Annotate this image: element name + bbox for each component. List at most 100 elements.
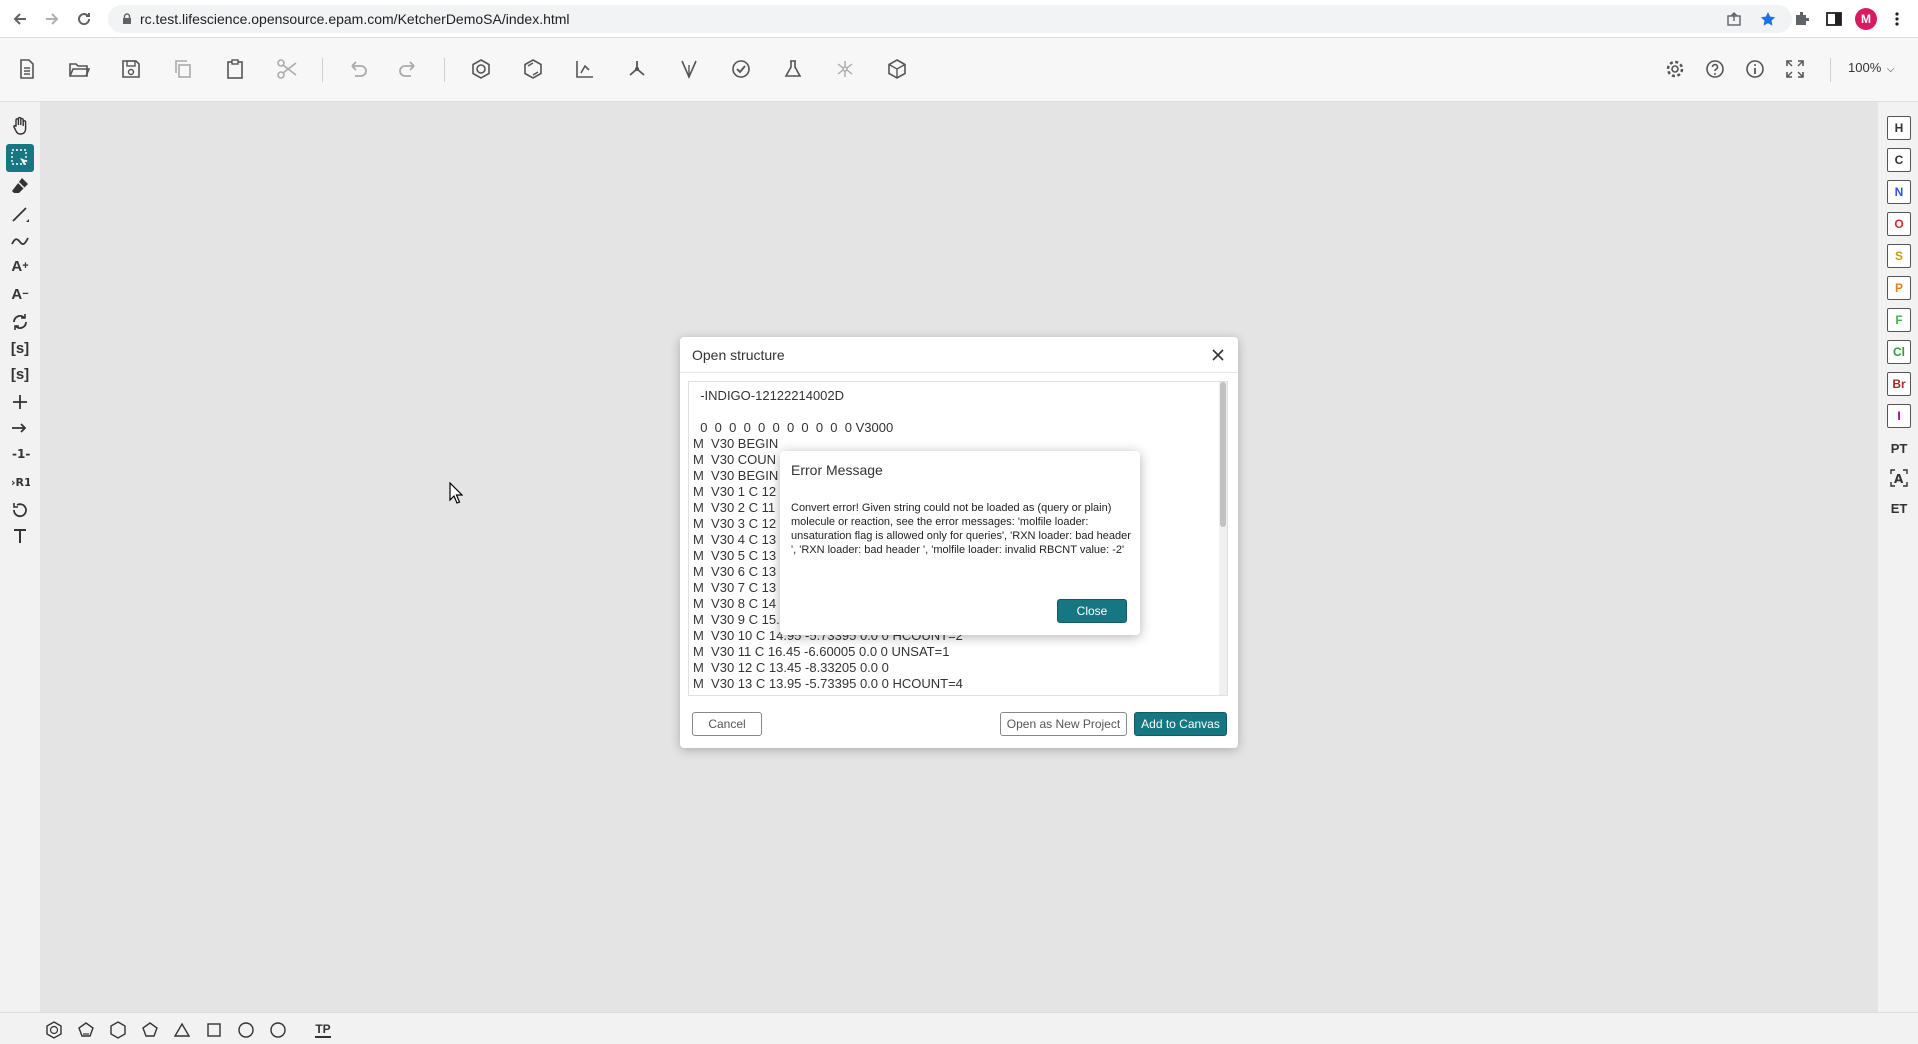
close-icon[interactable] bbox=[1206, 343, 1230, 367]
benzene-template-icon[interactable] bbox=[43, 1019, 65, 1041]
extensions-icon[interactable] bbox=[1790, 7, 1814, 31]
bookmark-star-icon[interactable] bbox=[1760, 11, 1776, 27]
address-bar[interactable]: rc.test.lifescience.opensource.epam.com/… bbox=[108, 5, 1792, 33]
extended-table-button[interactable]: ET bbox=[1886, 496, 1912, 520]
eraser-icon[interactable] bbox=[6, 172, 34, 200]
cyclopropane-template-icon[interactable] bbox=[171, 1019, 193, 1041]
dearomatize-icon[interactable] bbox=[516, 52, 550, 86]
about-info-icon[interactable] bbox=[1738, 52, 1772, 86]
molfile-line: M V30 BEGIN bbox=[693, 436, 779, 451]
r-group-icon[interactable]: ›R1 bbox=[6, 468, 34, 496]
help-icon[interactable] bbox=[1698, 52, 1732, 86]
any-atom-icon[interactable]: A bbox=[1886, 466, 1912, 490]
add-to-canvas-button[interactable]: Add to Canvas bbox=[1134, 712, 1227, 736]
clean-up-icon[interactable] bbox=[620, 52, 654, 86]
paste-icon[interactable] bbox=[218, 52, 252, 86]
open-as-new-project-button[interactable]: Open as New Project bbox=[1000, 712, 1127, 736]
periodic-table-button[interactable]: PT bbox=[1886, 436, 1912, 460]
element-f-button[interactable]: F bbox=[1887, 308, 1911, 332]
element-p-button[interactable]: P bbox=[1887, 276, 1911, 300]
molfile-line: -INDIGO-12122214002D bbox=[693, 388, 845, 403]
molfile-line bbox=[693, 404, 963, 420]
main-toolbar: 100% ⌵ bbox=[0, 38, 1918, 102]
more-menu-icon[interactable] bbox=[1885, 7, 1909, 31]
error-message-text: Convert error! Given string could not be… bbox=[791, 502, 1131, 556]
cancel-button[interactable]: Cancel bbox=[692, 712, 762, 736]
chevron-down-icon: ⌵ bbox=[1886, 64, 1895, 75]
undo-icon[interactable] bbox=[340, 52, 374, 86]
select-tool-icon[interactable] bbox=[6, 144, 34, 172]
left-toolbar: A + A − [s] [s] -1- ›R1 bbox=[0, 102, 40, 1012]
rotate-icon[interactable] bbox=[6, 308, 34, 336]
hand-tool-icon[interactable] bbox=[6, 112, 34, 140]
lock-icon bbox=[123, 13, 131, 24]
copy-icon[interactable] bbox=[166, 52, 200, 86]
molfile-line: 0 0 0 0 0 0 0 0 0 0 0 V3000 bbox=[693, 420, 894, 435]
cyclooctane-template-icon[interactable] bbox=[267, 1019, 289, 1041]
reaction-mapping-icon[interactable]: -1- bbox=[6, 440, 34, 468]
template-library-button[interactable]: TP bbox=[310, 1019, 336, 1041]
reaction-arrow-icon[interactable] bbox=[6, 414, 34, 442]
3d-viewer-icon[interactable] bbox=[880, 52, 914, 86]
close-button[interactable]: Close bbox=[1057, 599, 1127, 623]
zoom-value: 100% bbox=[1848, 60, 1882, 75]
text-tool-icon[interactable] bbox=[6, 522, 34, 550]
plus-icon[interactable] bbox=[6, 388, 34, 416]
mouse-pointer-icon bbox=[449, 482, 463, 504]
element-o-button[interactable]: O bbox=[1887, 212, 1911, 236]
back-icon[interactable] bbox=[8, 7, 32, 31]
atom-toolbar: H C N O S P F Cl Br I PT A ET bbox=[1878, 102, 1918, 1012]
side-panel-icon[interactable] bbox=[1822, 7, 1846, 31]
element-s-button[interactable]: S bbox=[1887, 244, 1911, 268]
calculated-values-icon[interactable] bbox=[776, 52, 810, 86]
element-h-button[interactable]: H bbox=[1887, 116, 1911, 140]
dialog-title: Open structure bbox=[692, 347, 785, 363]
new-file-icon[interactable] bbox=[10, 52, 44, 86]
fullscreen-icon[interactable] bbox=[1778, 52, 1812, 86]
svg-text:›R1: ›R1 bbox=[11, 476, 30, 489]
element-c-button[interactable]: C bbox=[1887, 148, 1911, 172]
element-n-button[interactable]: N bbox=[1887, 180, 1911, 204]
cyclopentadiene-template-icon[interactable] bbox=[75, 1019, 97, 1041]
check-structure-icon[interactable] bbox=[724, 52, 758, 86]
reload-icon[interactable] bbox=[72, 7, 96, 31]
url-text: rc.test.lifescience.opensource.epam.com/… bbox=[140, 11, 570, 27]
template-toolbar: TP bbox=[0, 1012, 1918, 1044]
dialog-header: Open structure bbox=[680, 337, 1238, 373]
svg-text:-1-: -1- bbox=[12, 447, 30, 461]
layout-icon[interactable] bbox=[568, 52, 602, 86]
open-folder-icon[interactable] bbox=[62, 52, 96, 86]
molfile-line: M V30 11 C 16.45 -6.60005 0.0 0 UNSAT=1 bbox=[693, 644, 950, 659]
cyclohexane-template-icon[interactable] bbox=[107, 1019, 129, 1041]
element-i-button[interactable]: I bbox=[1887, 404, 1911, 428]
share-icon[interactable] bbox=[1726, 11, 1742, 27]
element-br-button[interactable]: Br bbox=[1887, 372, 1911, 396]
cyclobutane-template-icon[interactable] bbox=[203, 1019, 225, 1041]
shape-icon[interactable] bbox=[6, 496, 34, 524]
settings-gear-icon[interactable] bbox=[1658, 52, 1692, 86]
s-group-data-icon[interactable]: [s] bbox=[6, 360, 34, 388]
calculate-cip-icon[interactable] bbox=[672, 52, 706, 86]
cycloheptane-template-icon[interactable] bbox=[235, 1019, 257, 1041]
redo-icon[interactable] bbox=[392, 52, 426, 86]
s-group-icon[interactable]: [s] bbox=[6, 334, 34, 362]
save-icon[interactable] bbox=[114, 52, 148, 86]
element-cl-button[interactable]: Cl bbox=[1887, 340, 1911, 364]
browser-toolbar: rc.test.lifescience.opensource.epam.com/… bbox=[0, 0, 1918, 38]
error-message-dialog: Error Message Convert error! Given strin… bbox=[780, 451, 1140, 635]
cut-icon[interactable] bbox=[270, 52, 304, 86]
zoom-select[interactable]: 100% ⌵ bbox=[1848, 60, 1894, 75]
error-title: Error Message bbox=[791, 462, 883, 478]
svg-text:A: A bbox=[1894, 472, 1904, 486]
scrollbar-thumb[interactable] bbox=[1220, 382, 1226, 527]
chain-icon[interactable] bbox=[6, 226, 34, 254]
avatar[interactable]: M bbox=[1855, 8, 1877, 30]
charge-plus-icon[interactable]: A + bbox=[6, 252, 34, 280]
charge-minus-icon[interactable]: A − bbox=[6, 280, 34, 308]
recognize-molecule-icon[interactable] bbox=[828, 52, 862, 86]
single-bond-icon[interactable] bbox=[6, 200, 34, 228]
cyclopentane-template-icon[interactable] bbox=[139, 1019, 161, 1041]
aromatize-icon[interactable] bbox=[464, 52, 498, 86]
scrollbar[interactable] bbox=[1219, 382, 1227, 695]
forward-icon[interactable] bbox=[40, 7, 64, 31]
